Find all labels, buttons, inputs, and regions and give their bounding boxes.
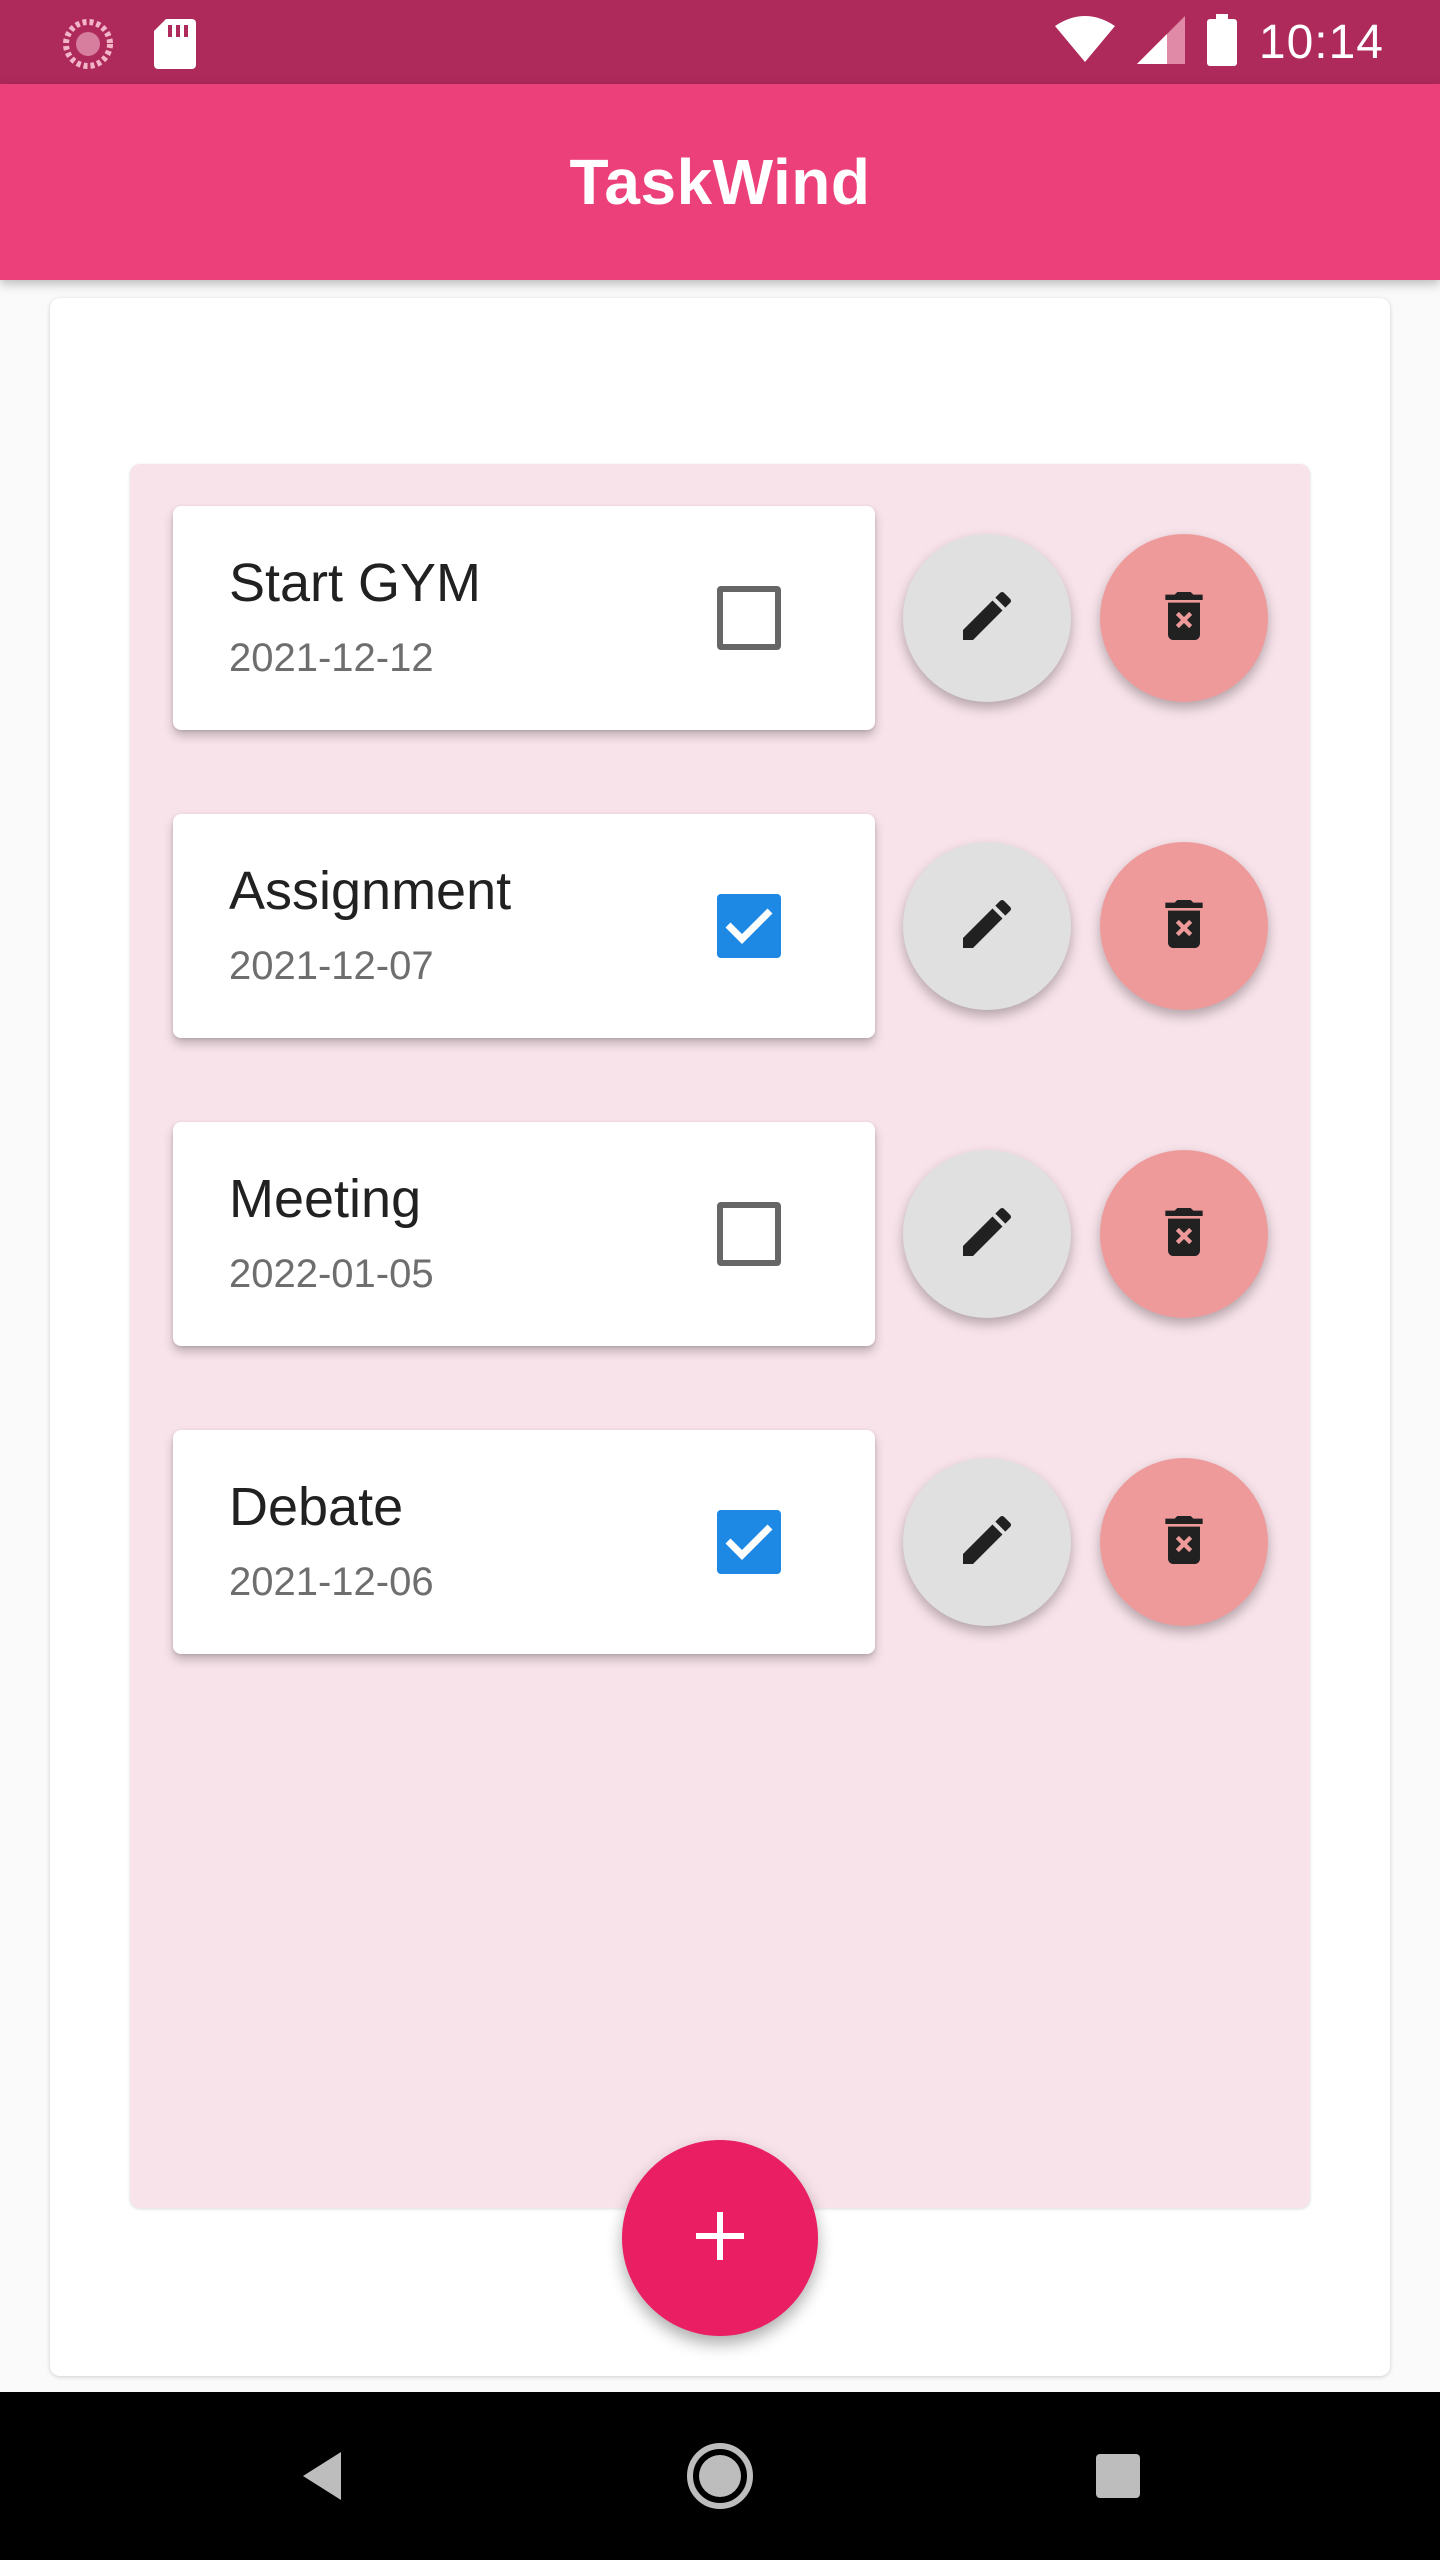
checkmark-icon bbox=[725, 1524, 773, 1560]
task-title: Meeting bbox=[229, 1169, 422, 1229]
edit-task-button[interactable] bbox=[903, 1150, 1071, 1318]
task-date: 2021-12-12 bbox=[229, 636, 434, 680]
task-card[interactable]: Debate 2021-12-06 bbox=[173, 1430, 875, 1654]
task-row: Assignment 2021-12-07 bbox=[173, 814, 1268, 1038]
home-button[interactable] bbox=[684, 2440, 756, 2512]
task-card[interactable]: Assignment 2021-12-07 bbox=[173, 814, 875, 1038]
delete-task-button[interactable] bbox=[1100, 1150, 1268, 1318]
status-time: 10:14 bbox=[1258, 15, 1384, 69]
task-title: Assignment bbox=[229, 861, 512, 921]
task-done-checkbox[interactable] bbox=[717, 586, 781, 650]
back-icon bbox=[303, 2452, 341, 2500]
task-done-checkbox[interactable] bbox=[717, 894, 781, 958]
task-row: Debate 2021-12-06 bbox=[173, 1430, 1268, 1654]
task-card[interactable]: Meeting 2022-01-05 bbox=[173, 1122, 875, 1346]
pencil-icon bbox=[955, 892, 1019, 961]
task-title: Start GYM bbox=[229, 553, 482, 613]
signal-icon bbox=[1136, 15, 1185, 69]
status-bar: 10:14 bbox=[0, 0, 1440, 84]
pencil-icon bbox=[955, 584, 1019, 653]
sd-card-icon bbox=[154, 19, 196, 74]
edit-task-button[interactable] bbox=[903, 1458, 1071, 1626]
app-bar: TaskWind bbox=[0, 84, 1440, 280]
task-card[interactable]: Start GYM 2021-12-12 bbox=[173, 506, 875, 730]
back-button[interactable] bbox=[286, 2440, 358, 2512]
battery-icon bbox=[1206, 13, 1237, 71]
home-icon bbox=[687, 2443, 753, 2509]
edit-task-button[interactable] bbox=[903, 842, 1071, 1010]
app-title: TaskWind bbox=[569, 146, 871, 218]
trash-icon bbox=[1152, 1508, 1216, 1577]
checkmark-icon bbox=[725, 908, 773, 944]
pencil-icon bbox=[955, 1200, 1019, 1269]
task-date: 2021-12-06 bbox=[229, 1560, 434, 1604]
navigation-bar bbox=[0, 2392, 1440, 2560]
recents-button[interactable] bbox=[1082, 2440, 1154, 2512]
task-done-checkbox[interactable] bbox=[717, 1202, 781, 1266]
delete-task-button[interactable] bbox=[1100, 534, 1268, 702]
add-task-button[interactable] bbox=[622, 2140, 818, 2336]
task-date: 2022-01-05 bbox=[229, 1252, 434, 1296]
delete-task-button[interactable] bbox=[1100, 842, 1268, 1010]
task-done-checkbox[interactable] bbox=[717, 1510, 781, 1574]
task-row: Start GYM 2021-12-12 bbox=[173, 506, 1268, 730]
pencil-icon bbox=[955, 1508, 1019, 1577]
trash-icon bbox=[1152, 1200, 1216, 1269]
trash-icon bbox=[1152, 892, 1216, 961]
sync-icon bbox=[62, 18, 114, 75]
plus-icon bbox=[692, 2208, 748, 2269]
task-date: 2021-12-07 bbox=[229, 944, 434, 988]
recents-icon bbox=[1096, 2454, 1140, 2498]
edit-task-button[interactable] bbox=[903, 534, 1071, 702]
task-row: Meeting 2022-01-05 bbox=[173, 1122, 1268, 1346]
wifi-icon bbox=[1054, 15, 1115, 69]
task-title: Debate bbox=[229, 1477, 404, 1537]
delete-task-button[interactable] bbox=[1100, 1458, 1268, 1626]
trash-icon bbox=[1152, 584, 1216, 653]
